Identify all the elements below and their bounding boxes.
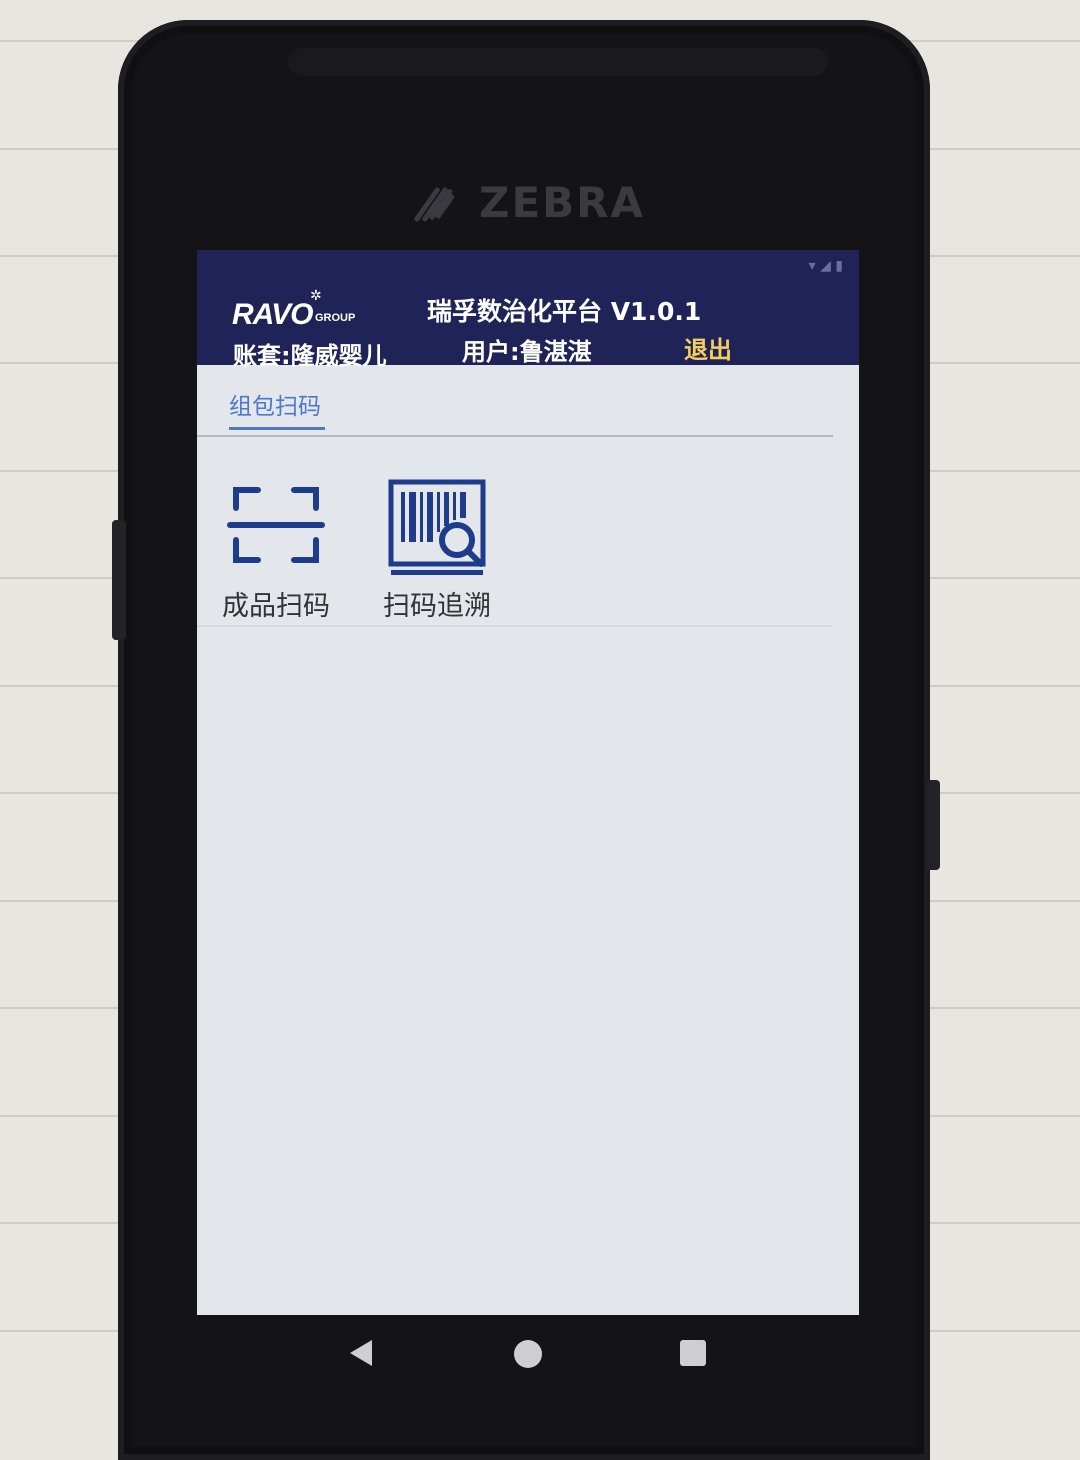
tile-finished-product-scan[interactable]: 成品扫码 xyxy=(206,478,346,628)
tab-active-indicator xyxy=(229,427,325,430)
back-icon[interactable] xyxy=(350,1340,372,1366)
brand-text: ZEBRA xyxy=(479,177,646,227)
ravo-logo: RAVO xyxy=(232,298,313,331)
device-screen: ▾ ◢ ▮ ✲ RAVO GROUP 瑞孚数治化平台 V1.0.1 账套:隆威婴… xyxy=(197,250,859,1315)
zebra-logo-icon xyxy=(405,174,465,230)
ravo-logo-sub: GROUP xyxy=(315,312,356,324)
device-top-ridge xyxy=(288,48,828,76)
tile-label: 扫码追溯 xyxy=(383,591,491,622)
device-brand: ZEBRA xyxy=(405,172,645,232)
scan-frame-icon xyxy=(227,487,325,563)
user-label: 用户:鲁湛湛 xyxy=(462,338,592,366)
app-header: ▾ ◢ ▮ ✲ RAVO GROUP 瑞孚数治化平台 V1.0.1 账套:隆威婴… xyxy=(197,250,859,370)
side-button xyxy=(926,780,940,870)
app-title: 瑞孚数治化平台 V1.0.1 xyxy=(427,297,702,326)
side-button xyxy=(112,520,126,640)
recents-icon[interactable] xyxy=(680,1340,706,1366)
home-icon[interactable] xyxy=(514,1340,542,1368)
divider xyxy=(197,625,833,627)
barcode-search-icon xyxy=(388,479,486,575)
logout-button[interactable]: 退出 xyxy=(684,330,732,365)
tile-label: 成品扫码 xyxy=(222,591,330,622)
tab-bar: 组包扫码 xyxy=(197,365,833,437)
tile-scan-trace[interactable]: 扫码追溯 xyxy=(367,478,507,628)
tab-package-scan[interactable]: 组包扫码 xyxy=(229,387,321,421)
status-bar-icons: ▾ ◢ ▮ xyxy=(808,258,843,274)
